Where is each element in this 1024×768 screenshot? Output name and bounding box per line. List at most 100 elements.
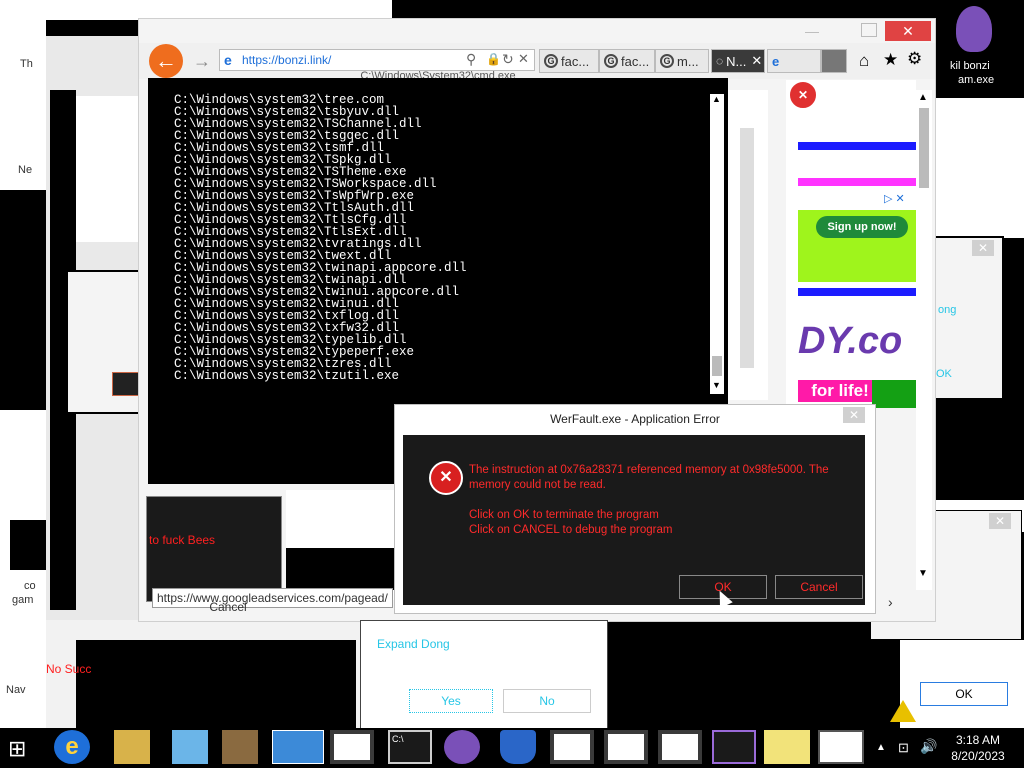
taskbar-app-icon-3[interactable] xyxy=(272,730,324,764)
taskbar-bonzi-icon[interactable] xyxy=(444,730,480,764)
bg-right-lower-close-icon[interactable]: ✕ xyxy=(989,513,1011,529)
no-button[interactable]: No xyxy=(503,689,591,713)
bg-right-ok-fragment[interactable]: OK xyxy=(936,368,952,380)
stop-icon[interactable]: ✕ xyxy=(518,51,529,67)
new-tab-button[interactable] xyxy=(821,49,847,73)
address-url[interactable]: https://bonzi.link/ xyxy=(242,53,331,67)
console-lower-black xyxy=(148,404,396,484)
desktop-label-co: co xyxy=(24,580,36,592)
volume-icon[interactable]: 🔊 xyxy=(920,738,937,755)
ad-tagline[interactable]: for life! xyxy=(798,380,882,402)
tab-5[interactable]: e xyxy=(767,49,821,73)
ad-panel: ✕ Sign up now! ▷ ✕ DY.co for life! xyxy=(786,80,916,408)
bg-right-dialog: ✕ ong OK xyxy=(934,236,1004,400)
desktop-label-ne: Ne xyxy=(18,164,33,176)
taskbar-app-icon-1[interactable] xyxy=(172,730,208,764)
taskbar-visualstudio-icon[interactable] xyxy=(712,730,756,764)
window-minimize-button[interactable]: — xyxy=(805,23,823,39)
error-dialog: WerFault.exe - Application Error ✕ ✕ The… xyxy=(394,404,876,614)
bg-right-dong-fragment: ong xyxy=(938,304,957,316)
bg-cancel-button[interactable]: Cancel xyxy=(188,600,268,614)
h-scroll-arrow-icon[interactable]: › xyxy=(888,594,893,610)
error-dialog-body: ✕ The instruction at 0x76a28371 referenc… xyxy=(403,435,865,605)
address-bar[interactable]: e https://bonzi.link/ ⚲ 🔒 ↻ ✕ xyxy=(219,49,535,71)
bg-white-panel-top xyxy=(46,0,392,20)
bg-white-inner xyxy=(76,96,146,242)
taskbar-app-icon-5[interactable] xyxy=(818,730,864,764)
home-icon[interactable]: ⌂ xyxy=(859,51,869,71)
bonzi-icon[interactable] xyxy=(956,6,992,52)
clock-date: 8/20/2023 xyxy=(951,749,1005,763)
expand-text: Expand Dong xyxy=(377,637,450,651)
desktop-label-gam: gam xyxy=(12,594,34,606)
bg-dialog-bees: to fuck Bees xyxy=(146,496,282,602)
bg-lower-left-panel xyxy=(0,410,46,730)
taskbar-explorer-icon[interactable] xyxy=(114,730,150,764)
loading-icon: ◌ xyxy=(716,54,724,68)
ad-choices-icon[interactable]: ▷ ✕ xyxy=(884,192,905,205)
console-window: C:\Windows\system32\tree.com C:\Windows\s… xyxy=(148,78,728,404)
start-button[interactable]: ⊞ xyxy=(8,736,36,762)
error-dialog-title: WerFault.exe - Application Error xyxy=(550,412,720,426)
bg-dialog-blank-bar xyxy=(286,548,396,590)
taskbar-shield-icon[interactable] xyxy=(500,730,536,764)
google-icon: G xyxy=(660,54,674,68)
ad-scroll-thumb[interactable] xyxy=(919,108,929,188)
warning-icon xyxy=(890,700,916,722)
bg-right-ok-button[interactable]: OK xyxy=(920,682,1008,706)
clock-time: 3:18 AM xyxy=(955,733,1001,747)
taskbar-cmd-icon[interactable]: C:\ xyxy=(388,730,432,764)
favorites-icon[interactable]: ★ xyxy=(883,50,898,70)
taskbar-window-icon-4[interactable] xyxy=(658,730,702,764)
bees-text: to fuck Bees xyxy=(149,533,216,547)
ad-scroll-down-icon[interactable]: ▼ xyxy=(918,568,928,579)
ad-scroll-up-icon[interactable]: ▲ xyxy=(918,92,928,103)
error-instruction-ok: Click on OK to terminate the program xyxy=(469,509,659,521)
refresh-icon[interactable]: ↻ xyxy=(502,51,514,68)
window-maximize-button[interactable] xyxy=(861,23,877,37)
window-close-button[interactable]: ✕ xyxy=(885,21,931,41)
desktop-label-nav: Nav xyxy=(6,684,26,696)
ad-domain: DY.co xyxy=(798,320,903,362)
ad-scrollbar[interactable]: ▲ ▼ xyxy=(916,90,932,590)
scroll-thumb[interactable] xyxy=(712,356,722,376)
error-icon: ✕ xyxy=(429,461,463,495)
bg-right-white xyxy=(934,98,1024,238)
ad-signup-button[interactable]: Sign up now! xyxy=(816,216,908,238)
ad-stripe-magenta xyxy=(798,178,916,186)
gear-icon[interactable]: ⚙ xyxy=(907,49,922,69)
ad-stripe-blue xyxy=(798,142,916,150)
console-scrollbar[interactable]: ▲ ▼ xyxy=(710,94,724,394)
scroll-down-icon[interactable]: ▼ xyxy=(712,380,721,390)
ie-tab-icon: e xyxy=(772,53,780,69)
taskbar-window-icon-2[interactable] xyxy=(550,730,594,764)
taskbar-clock[interactable]: 3:18 AM 8/20/2023 xyxy=(938,732,1018,764)
taskbar-window-icon-3[interactable] xyxy=(604,730,648,764)
cancel-button[interactable]: Cancel xyxy=(775,575,863,599)
tab-close-icon[interactable]: ✕ xyxy=(751,53,762,69)
network-icon[interactable]: ⊡ xyxy=(898,740,909,756)
yes-button[interactable]: Yes xyxy=(409,689,493,713)
google-icon: G xyxy=(544,54,558,68)
console-line: C:\Windows\system32\tzutil.exe xyxy=(174,369,400,383)
lock-icon: 🔒 xyxy=(486,52,501,66)
console-output: C:\Windows\system32\tree.com C:\Windows\s… xyxy=(148,78,728,383)
bg-lower-black-box xyxy=(76,640,356,728)
bg-white-panel-left xyxy=(0,0,46,190)
ad-stripe-blue-2 xyxy=(798,288,916,296)
console-right-scroll xyxy=(740,128,754,368)
bonzi-icon-label-1: kil bonzi xyxy=(950,60,990,72)
search-icon[interactable]: ⚲ xyxy=(466,51,476,68)
desktop-label-th: Th xyxy=(20,58,33,70)
bg-right-close-icon[interactable]: ✕ xyxy=(972,240,994,256)
taskbar-ie-icon[interactable]: e xyxy=(54,730,90,764)
taskbar-app-icon-2[interactable] xyxy=(222,730,258,764)
ad-error-icon: ✕ xyxy=(788,80,818,110)
taskbar-app-icon-4[interactable] xyxy=(764,730,810,764)
taskbar-window-icon-1[interactable] xyxy=(330,730,374,764)
forward-button[interactable]: → xyxy=(193,51,211,72)
error-dialog-close-button[interactable]: ✕ xyxy=(843,407,865,423)
tray-chevron-icon[interactable]: ▲ xyxy=(876,742,886,753)
scroll-up-icon[interactable]: ▲ xyxy=(712,94,721,104)
error-instruction-cancel: Click on CANCEL to debug the program xyxy=(469,524,673,536)
